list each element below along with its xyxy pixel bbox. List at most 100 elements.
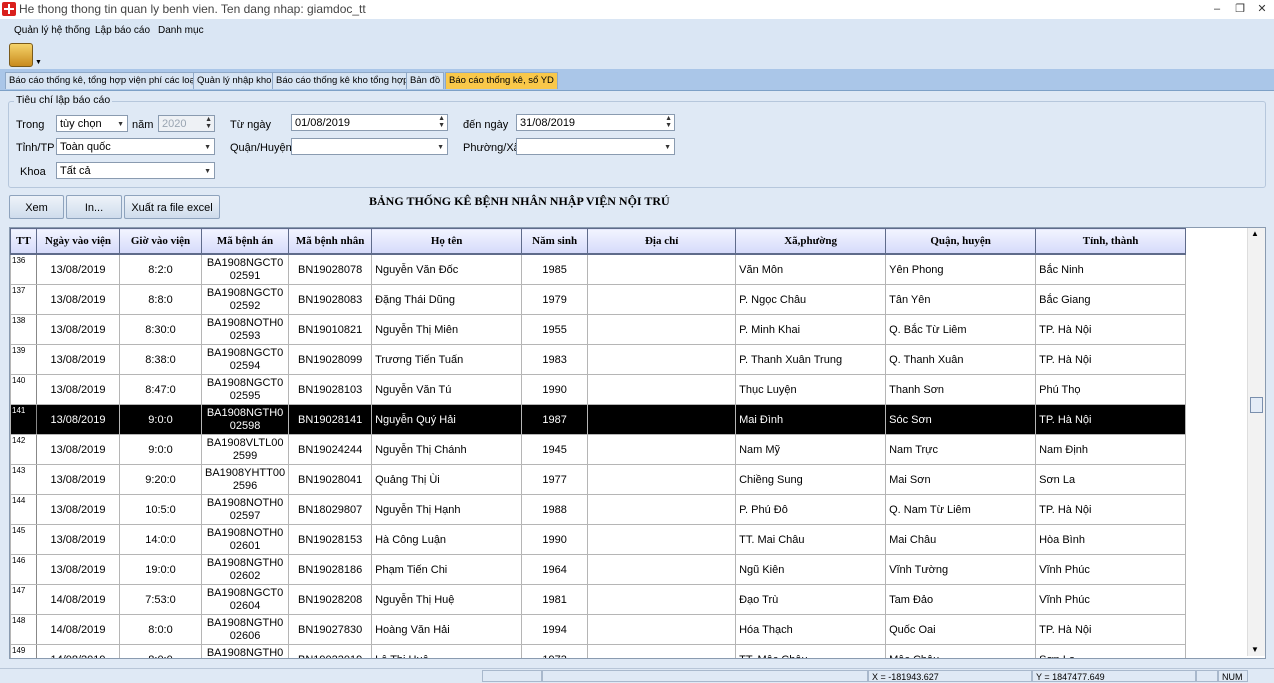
from-date-input[interactable]: 01/08/2019 ▲ ▼ (291, 114, 448, 131)
cell-quan-huyen: Tam Đảo (885, 584, 1037, 615)
table-row[interactable]: 144 13/08/2019 10:5:0 BA1908NOTH0 02597 BN18… (10, 494, 1187, 525)
table-row[interactable]: 14914/08/20198:0:0BA1908NGTH0 02612BN190… (10, 644, 1187, 658)
cell-ma-benh-nhan: BN19028141 (288, 404, 373, 435)
cell-ma-benh-nhan: BN19024244 (288, 434, 373, 465)
table-row[interactable]: 142 13/08/2019 9:0:0 BA1908VLTL00 2599 BN190… (10, 434, 1187, 465)
cell-ho-ten: Hoàng Văn Hải (371, 614, 523, 645)
cell-ngay-vao-vien: 14/08/2019 (36, 584, 120, 615)
table-row[interactable]: 143 13/08/2019 9:20:0 BA1908YHTT00 2596 BN19… (10, 464, 1187, 495)
cell-quan-huyen: Vĩnh Tường (885, 554, 1037, 585)
column-header-dia-chi[interactable]: Địa chỉ (587, 228, 737, 255)
window-title: He thong thong tin quan ly benh vien. Te… (19, 2, 366, 16)
table-row[interactable]: 141 13/08/2019 9:0:0 BA1908NGTH0 02598 BN190… (10, 404, 1187, 435)
cell-tinh-thanh: Sơn La (1035, 644, 1187, 658)
column-header-gio-vao-vien[interactable]: Giờ vào viện (119, 228, 202, 255)
cell-gio-vao-vien: 8:8:0 (119, 284, 202, 315)
menu-lap-bao-cao[interactable]: Lập báo cáo (95, 25, 150, 36)
data-grid[interactable]: TT Ngày vào viện Giờ vào viện Mã bệnh án Mã … (9, 227, 1266, 659)
cell-tinh-thanh: Bắc Giang (1035, 284, 1187, 315)
cell-nam-sinh: 1979 (521, 284, 589, 315)
cell-xa-phuong: Văn Môn (735, 253, 887, 285)
ward-select[interactable]: ▼ (516, 138, 675, 155)
cell-quan-huyen: Mai Châu (885, 524, 1037, 555)
spinner-icon: ▲ ▼ (205, 116, 212, 130)
cell-tt: 142 (10, 434, 37, 465)
table-row[interactable]: 148 14/08/2019 8:0:0 BA1908NGTH0 02606 BN190… (10, 614, 1187, 645)
cell-ma-benh-an: BA1908NOTH0 02601 (200, 524, 290, 555)
tools-icon[interactable] (9, 43, 33, 67)
cell-ma-benh-an: BA1908NGTH0 02598 (200, 404, 290, 435)
phuong-label: Phường/Xã (463, 142, 520, 154)
cell-xa-phuong: Nam Mỹ (735, 434, 887, 465)
close-button[interactable]: ✕ (1250, 1, 1274, 17)
den-ngay-label: đến ngày (463, 119, 509, 131)
spinner-icon: ▲ ▼ (438, 115, 445, 129)
cell-xa-phuong: TT. Mai Châu (735, 524, 887, 555)
cell-gio-vao-vien: 8:38:0 (119, 344, 202, 375)
column-header-ma-benh-an[interactable]: Mã bệnh án (200, 228, 290, 255)
tab-bao-cao-so-yd[interactable]: Báo cáo thống kê, sổ YD (445, 72, 558, 89)
cell-tinh-thanh: Nam Định (1035, 434, 1187, 465)
column-header-ma-benh-nhan[interactable]: Mã bệnh nhân (288, 228, 373, 255)
spinner-icon: ▲ ▼ (665, 115, 672, 129)
column-header-ho-ten[interactable]: Họ tên (371, 228, 523, 255)
table-row[interactable]: 146 13/08/2019 19:0:0 BA1908NGTH0 02602 BN19… (10, 554, 1187, 585)
export-excel-button[interactable]: Xuất ra file excel (124, 195, 220, 219)
district-select[interactable]: ▼ (291, 138, 448, 155)
table-row[interactable]: 139 13/08/2019 8:38:0 BA1908NGCT0 02594 BN19… (10, 344, 1187, 375)
cell-ngay-vao-vien: 13/08/2019 (36, 404, 120, 435)
print-button[interactable]: In... (66, 195, 122, 219)
cell-quan-huyen: Quốc Oai (885, 614, 1037, 645)
table-row[interactable]: 138 13/08/2019 8:30:0 BA1908NOTH0 02593 BN19… (10, 314, 1187, 345)
column-header-nam-sinh[interactable]: Năm sinh (521, 228, 589, 255)
scroll-down-icon[interactable]: ▼ (1251, 645, 1259, 654)
tab-bao-cao-kho-tong-hop[interactable]: Báo cáo thống kê kho tổng hợp (272, 72, 413, 89)
menu-quan-ly-he-thong[interactable]: Quản lý hệ thống (14, 25, 90, 36)
view-button[interactable]: Xem (9, 195, 64, 219)
department-select[interactable]: Tất cả ▼ (56, 162, 215, 179)
year-spinner[interactable]: 2020 ▲ ▼ (158, 115, 215, 132)
cell-ngay-vao-vien: 13/08/2019 (36, 253, 120, 285)
tab-quan-ly-nhap-kho[interactable]: Quản lý nhập kho (193, 72, 276, 89)
cell-xa-phuong: Thục Luyện (735, 374, 887, 405)
table-row[interactable]: 145 13/08/2019 14:0:0 BA1908NOTH0 02601 BN19… (10, 524, 1187, 555)
cell-quan-huyen: Mai Sơn (885, 464, 1037, 495)
tab-bao-cao-vien-phi[interactable]: Báo cáo thống kê, tổng hợp viện phí các … (5, 72, 201, 89)
menu-danh-muc[interactable]: Danh mục (158, 25, 204, 36)
cell-ma-benh-an: BA1908NGCT0 02595 (200, 374, 290, 405)
column-header-tt[interactable]: TT (10, 228, 37, 255)
scroll-up-icon[interactable]: ▲ (1251, 229, 1259, 238)
department-value: Tất cả (60, 165, 91, 177)
cell-gio-vao-vien: 8:0:0 (119, 614, 202, 645)
cell-gio-vao-vien: 8:30:0 (119, 314, 202, 345)
column-header-xa-phuong[interactable]: Xã,phường (735, 228, 887, 255)
cell-ngay-vao-vien: 13/08/2019 (36, 524, 120, 555)
table-row[interactable]: 137 13/08/2019 8:8:0 BA1908NGCT0 02592 BN190… (10, 284, 1187, 315)
province-select[interactable]: Toàn quốc ▼ (56, 138, 215, 155)
restore-button[interactable]: ❐ (1228, 1, 1252, 17)
to-date-input[interactable]: 31/08/2019 ▲ ▼ (516, 114, 675, 131)
period-select[interactable]: tùy chọn ▼ (56, 115, 128, 132)
column-header-quan-huyen[interactable]: Quận, huyện (885, 228, 1037, 255)
scrollbar-thumb[interactable] (1250, 397, 1263, 413)
cell-ngay-vao-vien: 13/08/2019 (36, 494, 120, 525)
cell-xa-phuong: P. Thanh Xuân Trung (735, 344, 887, 375)
cell-ma-benh-an: BA1908NGTH0 02602 (200, 554, 290, 585)
chevron-down-icon[interactable]: ▼ (35, 59, 42, 66)
table-row[interactable]: 147 14/08/2019 7:53:0 BA1908NGCT0 02604 BN19… (10, 584, 1187, 615)
cell-dia-chi (587, 314, 737, 345)
cell-xa-phuong: P. Minh Khai (735, 314, 887, 345)
cell-gio-vao-vien: 8:47:0 (119, 374, 202, 405)
column-header-tinh-thanh[interactable]: Tỉnh, thành (1035, 228, 1187, 255)
column-header-ngay-vao-vien[interactable]: Ngày vào viện (36, 228, 120, 255)
minimize-button[interactable]: – (1205, 1, 1229, 17)
cell-nam-sinh: 1985 (521, 253, 589, 285)
vertical-scrollbar[interactable] (1247, 228, 1265, 656)
cell-tt: 148 (10, 614, 37, 645)
table-row[interactable]: 140 13/08/2019 8:47:0 BA1908NGCT0 02595 BN19… (10, 374, 1187, 405)
tab-ban-do[interactable]: Bản đồ (406, 72, 445, 89)
table-row[interactable]: 136 13/08/2019 8:2:0 BA1908NGCT0 02591 BN190… (10, 253, 1187, 285)
chevron-down-icon: ▼ (117, 121, 124, 128)
chevron-down-icon: ▼ (437, 144, 444, 151)
cell-tt: 145 (10, 524, 37, 555)
